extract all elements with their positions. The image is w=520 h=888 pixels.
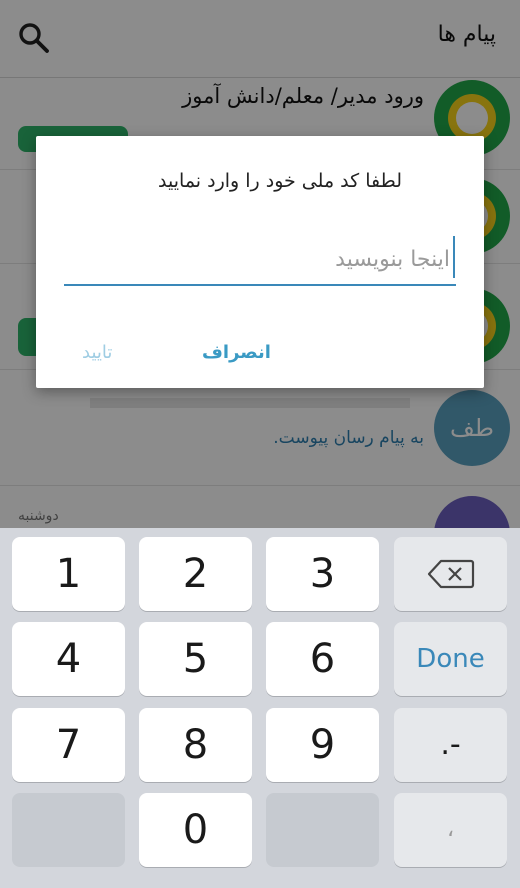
backspace-key[interactable] bbox=[394, 537, 507, 611]
key-3[interactable]: 3 bbox=[266, 537, 379, 611]
key-1[interactable]: 1 bbox=[12, 537, 125, 611]
key-8[interactable]: 8 bbox=[139, 708, 252, 782]
key-5[interactable]: 5 bbox=[139, 622, 252, 696]
national-code-input[interactable] bbox=[64, 234, 456, 286]
backspace-icon bbox=[427, 559, 475, 589]
key-6[interactable]: 6 bbox=[266, 622, 379, 696]
dialog-prompt: لطفا کد ملی خود را وارد نمایید bbox=[158, 170, 402, 192]
key-4[interactable]: 4 bbox=[12, 622, 125, 696]
comma-key[interactable]: ، bbox=[394, 793, 507, 867]
symbols-key[interactable]: .- bbox=[394, 708, 507, 782]
numeric-keyboard: 1 2 3 4 5 6 Done 7 8 9 .- 0 ، bbox=[0, 528, 520, 888]
text-caret bbox=[453, 236, 455, 278]
key-0[interactable]: 0 bbox=[139, 793, 252, 867]
cancel-button[interactable]: انصراف bbox=[202, 342, 271, 363]
done-key[interactable]: Done bbox=[394, 622, 507, 696]
confirm-button[interactable]: تایید bbox=[82, 342, 112, 363]
empty-key bbox=[266, 793, 379, 867]
key-9[interactable]: 9 bbox=[266, 708, 379, 782]
empty-key bbox=[12, 793, 125, 867]
national-code-dialog: لطفا کد ملی خود را وارد نمایید انصراف تا… bbox=[36, 136, 484, 388]
key-7[interactable]: 7 bbox=[12, 708, 125, 782]
key-2[interactable]: 2 bbox=[139, 537, 252, 611]
